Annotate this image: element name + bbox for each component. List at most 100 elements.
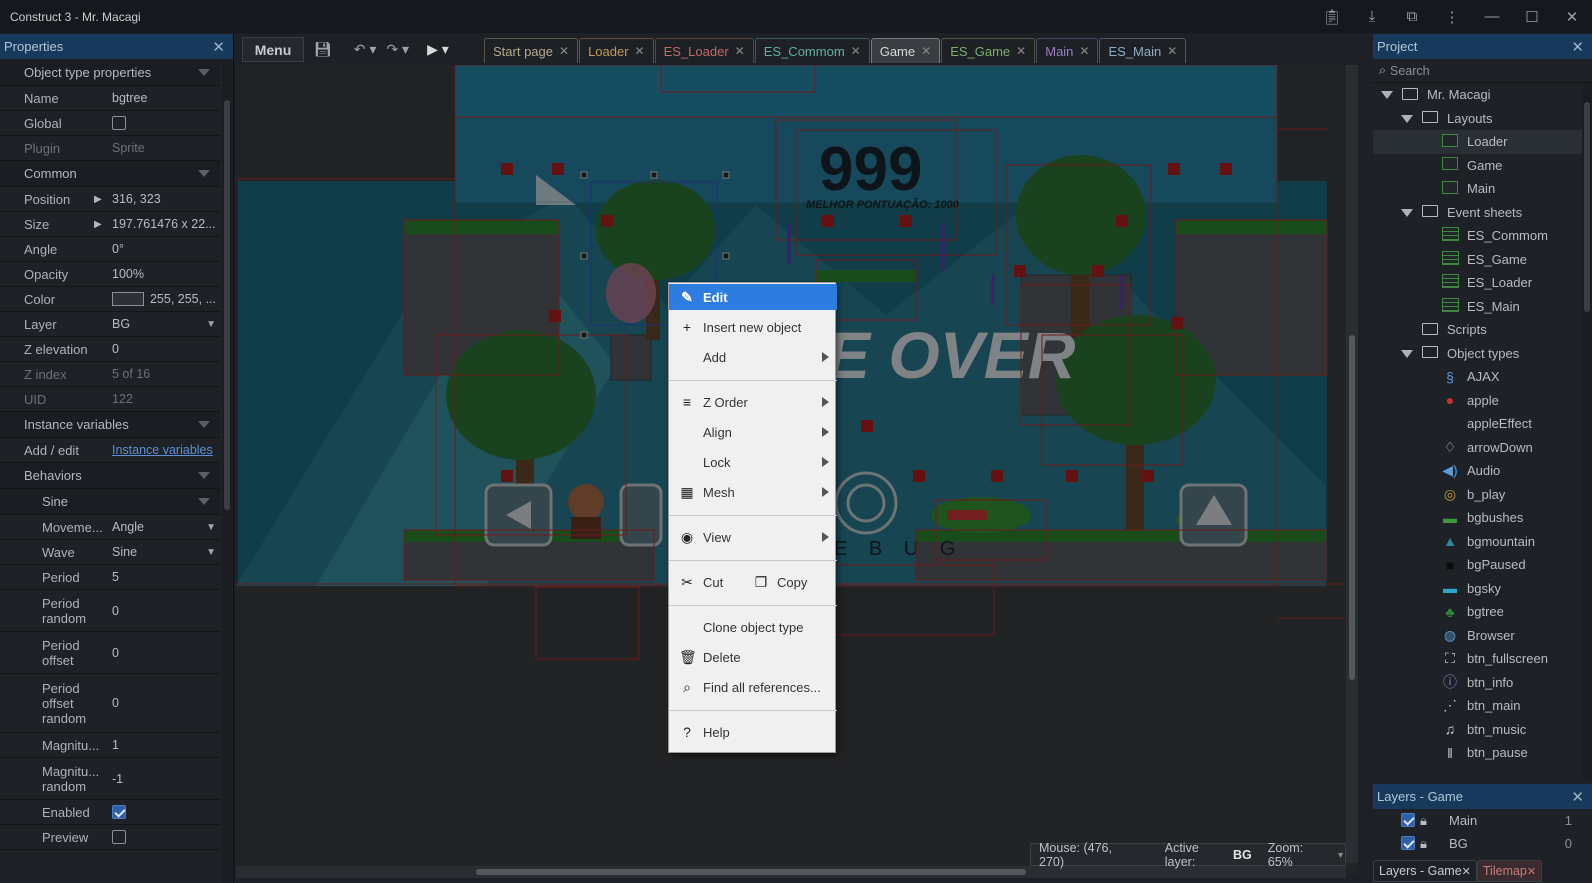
close-icon[interactable]: ✕ [1462, 865, 1471, 878]
menu-item-z-order[interactable]: ≡ Z Order [669, 389, 837, 415]
tree-item-btn-pause[interactable]: ‖ btn_pause [1373, 741, 1592, 765]
maximize-icon[interactable]: ☐ [1512, 0, 1552, 33]
property-value[interactable]: Instance variables [108, 443, 220, 457]
expand-icon[interactable] [1401, 349, 1413, 358]
tree-item-ajax[interactable]: § AJAX [1373, 365, 1592, 389]
project-search-input[interactable]: ⌕ Search [1373, 59, 1592, 83]
close-icon[interactable]: ✕ [1527, 865, 1536, 878]
menu-item-mesh[interactable]: ▦ Mesh [669, 479, 837, 505]
tree-item-scripts[interactable]: Scripts [1373, 318, 1592, 342]
tree-item-btn-main[interactable]: ⋰ btn_main [1373, 694, 1592, 718]
tree-item-loader[interactable]: Loader [1373, 130, 1592, 154]
menu-item-find-all-references[interactable]: ⌕ Find all references... [669, 674, 837, 700]
tree-item-bgbushes[interactable]: ▬ bgbushes [1373, 506, 1592, 530]
layer-visible-checkbox[interactable] [1401, 813, 1415, 827]
tab-loader[interactable]: Loader ✕ [579, 38, 654, 63]
property-checkbox[interactable] [112, 116, 126, 130]
lock-icon[interactable]: 🔒︎ [1420, 836, 1427, 852]
redo-icon[interactable]: ↷ ▾ [386, 41, 409, 58]
property-value[interactable]: 197.761476 x 22... [108, 217, 220, 231]
menu-item-lock[interactable]: Lock [669, 449, 837, 475]
menu-item-copy[interactable]: Copy [777, 575, 807, 590]
tab-game[interactable]: Game ✕ [870, 38, 941, 63]
menu-item-clone-object-type[interactable]: Clone object type [669, 614, 837, 640]
tree-item-bgsky[interactable]: ▬ bgsky [1373, 577, 1592, 601]
close-icon[interactable]: ✕ [559, 44, 569, 58]
project-scrollbar[interactable] [1582, 84, 1592, 778]
properties-scrollbar[interactable] [222, 60, 232, 883]
tree-item-layouts[interactable]: Layouts [1373, 107, 1592, 131]
tree-item-es-game[interactable]: ES_Game [1373, 248, 1592, 272]
property-section[interactable]: Common [0, 161, 220, 187]
menu-button[interactable]: Menu [242, 37, 304, 62]
layer-row-main[interactable]: 🔒︎ Main 1 [1373, 809, 1592, 832]
chevron-down-icon[interactable]: ▼ [206, 547, 216, 558]
close-icon[interactable]: ✕ [1167, 44, 1177, 58]
play-icon[interactable]: ▶ ▾ [427, 41, 449, 58]
tree-item-arrowdown[interactable]: ♢ arrowDown [1373, 436, 1592, 460]
menu-item-align[interactable]: Align [669, 419, 837, 445]
tree-item-appleeffect[interactable]: appleEffect [1373, 412, 1592, 436]
property-value[interactable]: 0° [108, 242, 220, 256]
clipboard-icon[interactable]: 📋︎ [1312, 0, 1352, 33]
chevron-down-icon[interactable]: ▼ [206, 319, 216, 330]
tab-start-page[interactable]: Start page ✕ [484, 38, 579, 63]
expand-icon[interactable] [1401, 114, 1413, 123]
tree-item-btn-info[interactable]: ⓘ btn_info [1373, 671, 1592, 695]
tree-item-main[interactable]: Main [1373, 177, 1592, 201]
tab-layers-game[interactable]: Layers - Game ✕ [1373, 860, 1477, 882]
addon-icon[interactable]: ⧉ [1392, 0, 1432, 33]
property-value-text[interactable]: Instance variables [112, 443, 213, 457]
collapse-icon[interactable] [198, 69, 210, 76]
tree-item-btn-fullscreen[interactable]: ⛶ btn_fullscreen [1373, 647, 1592, 671]
property-value[interactable]: 316, 323 [108, 192, 220, 206]
canvas-vertical-scrollbar[interactable] [1346, 65, 1358, 863]
tree-item-browser[interactable]: ◍ Browser [1373, 624, 1592, 648]
menu-item-help[interactable]: ? Help [669, 719, 837, 745]
menu-item-add[interactable]: Add [669, 344, 837, 370]
tree-item-mr-macagi[interactable]: Mr. Macagi [1373, 83, 1592, 107]
property-value[interactable]: Sine ▼ [108, 545, 220, 559]
property-value[interactable] [108, 116, 220, 130]
property-checkbox[interactable] [112, 830, 126, 844]
close-icon[interactable]: ✕ [1571, 38, 1584, 56]
close-icon[interactable]: ✕ [1079, 44, 1089, 58]
property-value[interactable]: 0 [108, 696, 220, 710]
menu-item-view[interactable]: ◉ View [669, 524, 837, 550]
property-checkbox[interactable] [112, 805, 126, 819]
close-icon[interactable]: ✕ [921, 44, 931, 58]
property-value[interactable]: 100% [108, 267, 220, 281]
tab-es-main[interactable]: ES_Main ✕ [1099, 38, 1187, 63]
layer-row-bg[interactable]: 🔒︎ BG 0 [1373, 832, 1592, 855]
undo-icon[interactable]: ↶ ▾ [354, 41, 377, 58]
collapse-icon[interactable] [198, 472, 210, 479]
property-value[interactable]: 0 [108, 604, 220, 618]
tree-item-es-loader[interactable]: ES_Loader [1373, 271, 1592, 295]
property-section[interactable]: Object type properties [0, 60, 220, 86]
minimize-icon[interactable]: — [1472, 0, 1512, 33]
property-value[interactable] [108, 830, 220, 844]
tree-item-bgpaused[interactable]: ■ bgPaused [1373, 553, 1592, 577]
tree-item-audio[interactable]: ◀) Audio [1373, 459, 1592, 483]
tree-item-b-play[interactable]: ◎ b_play [1373, 483, 1592, 507]
property-value[interactable]: bgtree [108, 91, 220, 105]
layer-visible-checkbox[interactable] [1401, 836, 1415, 850]
close-icon[interactable]: ✕ [1016, 44, 1026, 58]
property-value[interactable]: 255, 255, ... [108, 292, 220, 306]
close-icon[interactable]: ✕ [1552, 0, 1592, 33]
expand-arrow-icon[interactable]: ▶ [94, 219, 102, 230]
tree-item-event-sheets[interactable]: Event sheets [1373, 201, 1592, 225]
tree-item-object-types[interactable]: Object types [1373, 342, 1592, 366]
property-value[interactable]: 5 [108, 570, 220, 584]
tab-es-commom[interactable]: ES_Commom ✕ [754, 38, 870, 63]
property-value[interactable] [108, 805, 220, 819]
property-value[interactable]: 0 [108, 646, 220, 660]
tree-item-bgmountain[interactable]: ▲ bgmountain [1373, 530, 1592, 554]
close-icon[interactable]: ✕ [1571, 788, 1584, 806]
save-icon[interactable]: 💾︎ [314, 41, 332, 58]
chevron-down-icon[interactable]: ▼ [1336, 850, 1345, 860]
tab-tilemap[interactable]: Tilemap ✕ [1476, 860, 1543, 882]
file-download-icon[interactable]: ⤓ [1352, 0, 1392, 33]
collapse-icon[interactable] [198, 170, 210, 177]
lock-icon[interactable]: 🔒︎ [1420, 813, 1427, 829]
